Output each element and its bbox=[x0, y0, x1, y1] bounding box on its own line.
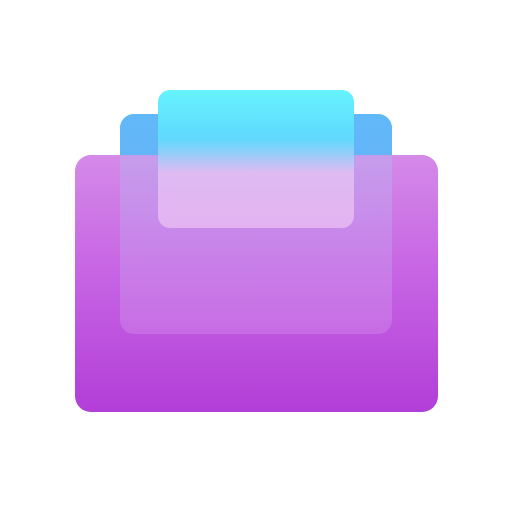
app-icon-canvas bbox=[0, 0, 512, 512]
back-card-layer bbox=[158, 90, 354, 228]
